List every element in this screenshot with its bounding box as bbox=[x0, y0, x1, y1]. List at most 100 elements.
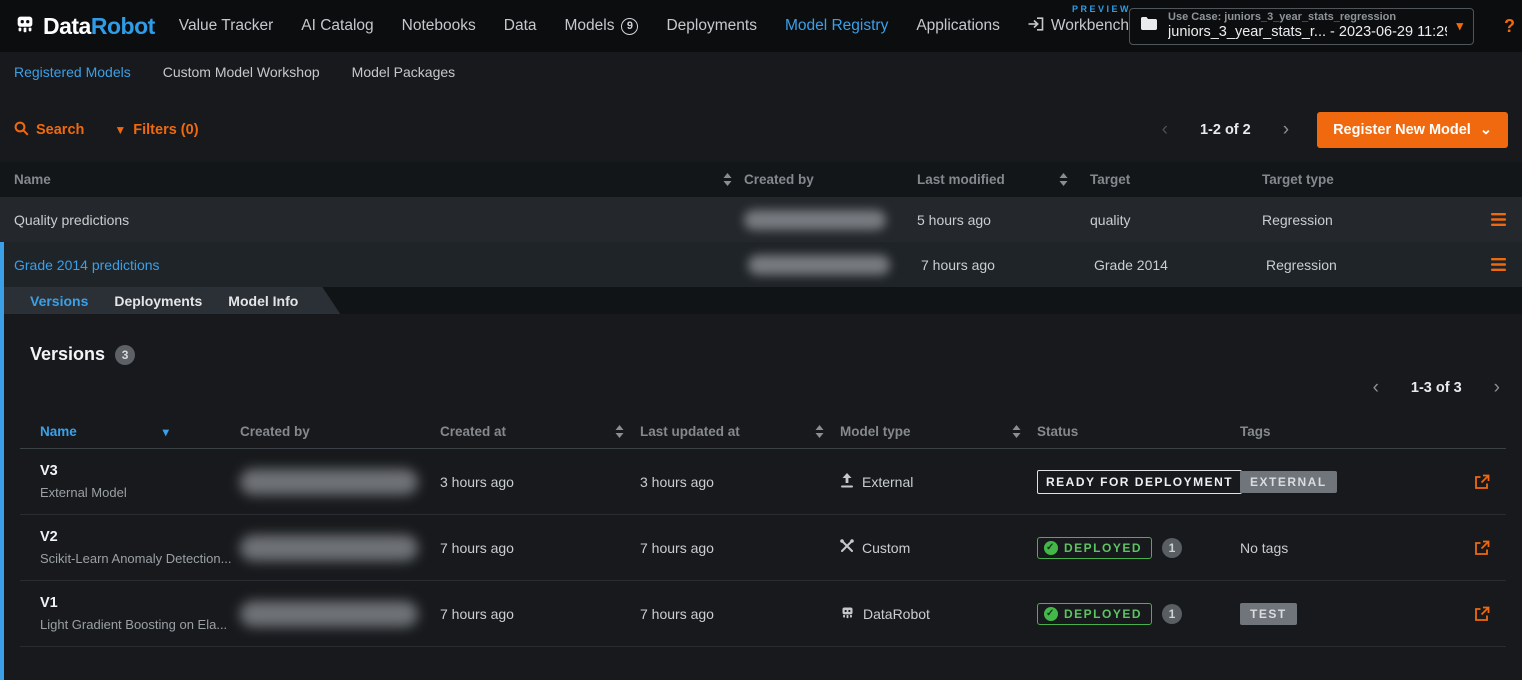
page-next-icon[interactable]: › bbox=[1283, 119, 1289, 141]
nav-item-workbench[interactable]: PREVIEW Workbench bbox=[1028, 17, 1129, 36]
vheader-last-updated-at[interactable]: Last updated at bbox=[640, 424, 740, 439]
datarobot-logo[interactable]: DataRobot bbox=[14, 13, 155, 40]
model-row-quality-predictions[interactable]: Quality predictions 5 hours ago quality … bbox=[0, 197, 1522, 242]
help-icon[interactable]: ? bbox=[1504, 16, 1515, 37]
status-badge-deployed: ✓ DEPLOYED bbox=[1037, 603, 1152, 625]
version-subtitle: External Model bbox=[40, 485, 127, 501]
open-version-external-link-icon[interactable] bbox=[1474, 474, 1490, 490]
target-type-value: Regression bbox=[1266, 257, 1337, 273]
versions-table-header: Name ▾ Created by Created at Last update… bbox=[20, 415, 1506, 449]
use-case-texts: Use Case: juniors_3_year_stats_regressio… bbox=[1168, 11, 1446, 40]
sort-last-modified-icon[interactable] bbox=[1059, 173, 1068, 186]
nav-item-value-tracker[interactable]: Value Tracker bbox=[179, 17, 273, 35]
target-value: Grade 2014 bbox=[1094, 257, 1168, 273]
version-row-v1[interactable]: V1 Light Gradient Boosting on Ela... 7 h… bbox=[20, 581, 1506, 647]
use-case-label: Use Case: juniors_3_year_stats_regressio… bbox=[1168, 11, 1446, 24]
header-target[interactable]: Target bbox=[1090, 172, 1130, 187]
sort-created-at-icon[interactable] bbox=[615, 425, 624, 438]
sort-name-active-icon[interactable]: ▾ bbox=[163, 425, 169, 439]
status-badge-deployed: ✓ DEPLOYED bbox=[1037, 537, 1152, 559]
created-by-redacted bbox=[240, 535, 418, 561]
tab-model-info[interactable]: Model Info bbox=[228, 293, 298, 309]
last-modified-value: 7 hours ago bbox=[921, 257, 995, 273]
datarobot-model-robot-icon bbox=[840, 605, 855, 623]
target-type-value: Regression bbox=[1262, 212, 1333, 228]
no-tags-label: No tags bbox=[1240, 540, 1288, 556]
created-by-redacted bbox=[240, 469, 418, 495]
nav-item-applications[interactable]: Applications bbox=[916, 17, 1000, 35]
vheader-model-type[interactable]: Model type bbox=[840, 424, 911, 439]
version-subtitle: Scikit-Learn Anomaly Detection... bbox=[40, 551, 231, 567]
detail-tabbar: Versions Deployments Model Info bbox=[4, 287, 1522, 314]
created-at-value: 7 hours ago bbox=[440, 606, 514, 622]
row-menu-icon[interactable] bbox=[1491, 258, 1506, 271]
page-prev-icon[interactable]: ‹ bbox=[1162, 119, 1168, 141]
versions-page-prev-icon[interactable]: ‹ bbox=[1373, 377, 1379, 399]
nav-item-deployments[interactable]: Deployments bbox=[666, 17, 756, 35]
check-icon: ✓ bbox=[1044, 607, 1058, 621]
top-navigation-bar: DataRobot Value Tracker AI Catalog Noteb… bbox=[0, 0, 1522, 52]
model-name[interactable]: Quality predictions bbox=[14, 212, 129, 228]
custom-model-tools-icon bbox=[840, 539, 854, 556]
vheader-tags[interactable]: Tags bbox=[1240, 424, 1271, 439]
target-value: quality bbox=[1090, 212, 1130, 228]
model-name[interactable]: Grade 2014 predictions bbox=[14, 257, 160, 273]
updated-at-value: 7 hours ago bbox=[640, 540, 714, 556]
model-row-grade-2014-predictions[interactable]: Grade 2014 predictions 7 hours ago Grade… bbox=[0, 242, 1522, 287]
model-type-value: Custom bbox=[862, 540, 910, 556]
versions-count-badge: 3 bbox=[115, 345, 135, 365]
last-modified-value: 5 hours ago bbox=[917, 212, 991, 228]
header-target-type[interactable]: Target type bbox=[1262, 172, 1334, 187]
header-last-modified[interactable]: Last modified bbox=[917, 172, 1005, 187]
tag-badge: TEST bbox=[1240, 603, 1297, 625]
sort-last-updated-icon[interactable] bbox=[815, 425, 824, 438]
header-name[interactable]: Name bbox=[14, 172, 51, 187]
models-toolbar: Search ▼ Filters (0) ‹ 1-2 of 2 › Regist… bbox=[0, 112, 1522, 148]
use-case-selector[interactable]: Use Case: juniors_3_year_stats_regressio… bbox=[1129, 8, 1474, 45]
version-row-v2[interactable]: V2 Scikit-Learn Anomaly Detection... 7 h… bbox=[20, 515, 1506, 581]
vheader-name[interactable]: Name bbox=[40, 424, 77, 439]
topbar-right-cluster: Use Case: juniors_3_year_stats_regressio… bbox=[1129, 8, 1522, 45]
vheader-created-by[interactable]: Created by bbox=[240, 424, 310, 439]
version-subtitle: Light Gradient Boosting on Ela... bbox=[40, 617, 227, 633]
sort-name-icon[interactable] bbox=[723, 173, 732, 186]
use-case-value: juniors_3_year_stats_r... - 2023-06-29 1… bbox=[1168, 24, 1446, 41]
check-icon: ✓ bbox=[1044, 541, 1058, 555]
nav-item-models[interactable]: Models 9 bbox=[565, 17, 639, 35]
created-by-redacted bbox=[240, 601, 418, 627]
open-version-external-link-icon[interactable] bbox=[1474, 606, 1490, 622]
nav-item-notebooks[interactable]: Notebooks bbox=[402, 17, 476, 35]
tab-versions[interactable]: Versions bbox=[30, 293, 88, 309]
open-version-external-link-icon[interactable] bbox=[1474, 540, 1490, 556]
row-menu-icon[interactable] bbox=[1491, 213, 1506, 226]
tab-deployments[interactable]: Deployments bbox=[114, 293, 202, 309]
external-model-upload-icon bbox=[840, 473, 854, 491]
version-label: V1 bbox=[40, 595, 227, 612]
folder-icon bbox=[1140, 16, 1158, 36]
created-by-redacted bbox=[748, 255, 890, 275]
version-label: V3 bbox=[40, 463, 127, 480]
sort-model-type-icon[interactable] bbox=[1012, 425, 1021, 438]
subnav-model-packages[interactable]: Model Packages bbox=[352, 64, 456, 80]
subnav-custom-model-workshop[interactable]: Custom Model Workshop bbox=[163, 64, 320, 80]
vheader-created-at[interactable]: Created at bbox=[440, 424, 506, 439]
nav-item-ai-catalog[interactable]: AI Catalog bbox=[301, 17, 373, 35]
versions-page-next-icon[interactable]: › bbox=[1494, 377, 1500, 399]
filter-funnel-icon: ▼ bbox=[114, 123, 126, 137]
version-row-v3[interactable]: V3 External Model 3 hours ago 3 hours ag… bbox=[20, 449, 1506, 515]
nav-item-data[interactable]: Data bbox=[504, 17, 537, 35]
vheader-status[interactable]: Status bbox=[1037, 424, 1078, 439]
deployment-count-badge: 1 bbox=[1162, 604, 1182, 624]
register-new-model-button[interactable]: Register New Model ⌄ bbox=[1317, 112, 1508, 148]
filters-button[interactable]: ▼ Filters (0) bbox=[114, 122, 198, 138]
status-badge-ready: READY FOR DEPLOYMENT bbox=[1037, 470, 1242, 494]
versions-pagination: ‹ 1-3 of 3 › bbox=[4, 377, 1522, 399]
model-detail-panel: Versions Deployments Model Info Versions… bbox=[0, 287, 1522, 680]
subnav-registered-models[interactable]: Registered Models bbox=[14, 64, 131, 80]
version-label: V2 bbox=[40, 529, 231, 546]
nav-item-model-registry[interactable]: Model Registry bbox=[785, 17, 888, 35]
robot-logo-icon bbox=[14, 13, 36, 40]
updated-at-value: 3 hours ago bbox=[640, 474, 714, 490]
header-created-by[interactable]: Created by bbox=[744, 172, 814, 187]
search-button[interactable]: Search bbox=[14, 121, 84, 140]
